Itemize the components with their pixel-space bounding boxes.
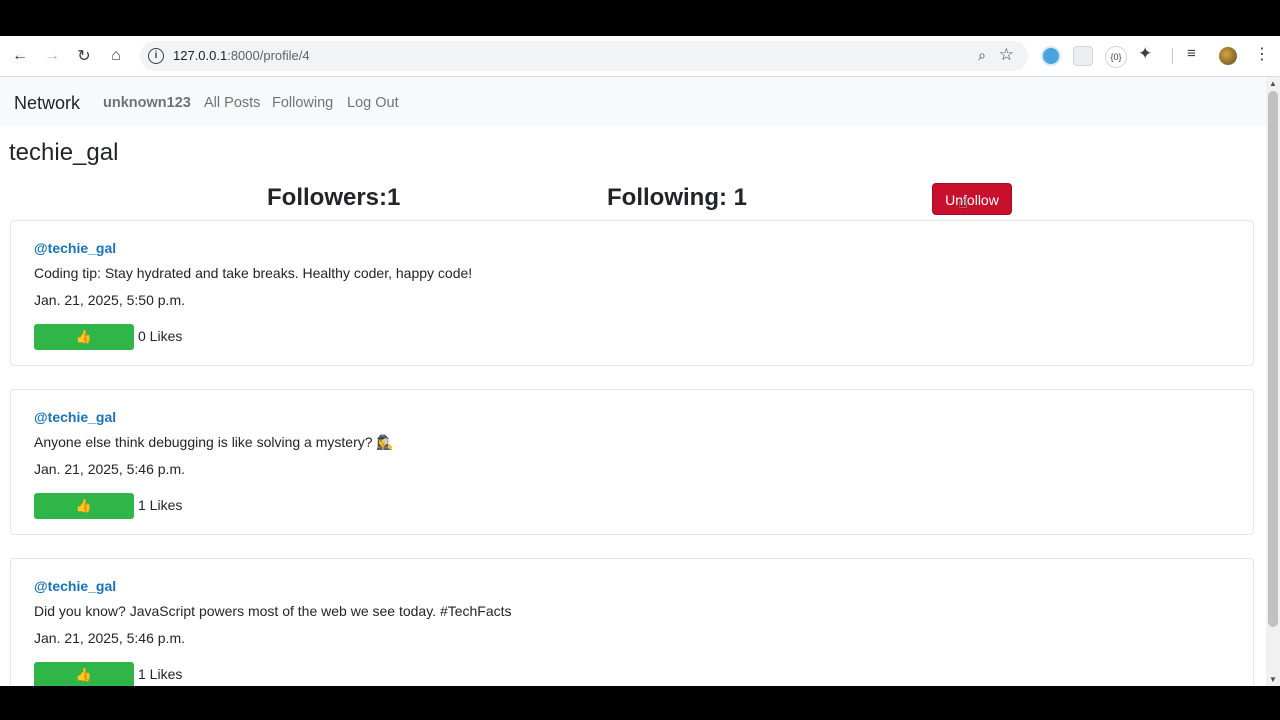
post-card: @techie_gal Did you know? JavaScript pow… — [10, 558, 1254, 686]
url-host: 127.0.0.1 — [173, 48, 228, 63]
followers-count: Followers:1 — [267, 184, 401, 211]
post-content: Coding tip: Stay hydrated and take break… — [34, 265, 473, 281]
unfollow-button[interactable]: Unfollow — [932, 183, 1012, 215]
like-button[interactable]: 👍 — [34, 324, 134, 350]
scrollbar-thumb[interactable] — [1268, 91, 1278, 627]
post-author-link[interactable]: @techie_gal — [34, 409, 116, 425]
puzzle-icon[interactable]: ✦ — [1138, 44, 1158, 64]
post-author-link[interactable]: @techie_gal — [34, 578, 116, 594]
brand-link[interactable]: Network — [14, 93, 80, 114]
post-card: @techie_gal Anyone else think debugging … — [10, 389, 1254, 535]
nav-user-link[interactable]: unknown123 — [103, 95, 191, 111]
toolbar-divider — [1172, 48, 1173, 64]
browser-toolbar: ← → ↻ ⌂ i 127.0.0.1:8000/profile/4 ⌕ ☆ {… — [0, 36, 1280, 77]
thumbs-up-icon: 👍 — [75, 329, 93, 344]
profile-title: techie_gal — [9, 139, 119, 166]
extension-icon[interactable] — [1073, 46, 1093, 66]
post-content: Did you know? JavaScript powers most of … — [34, 603, 512, 619]
home-icon[interactable]: ⌂ — [104, 44, 128, 68]
reload-icon[interactable]: ↻ — [72, 44, 96, 68]
thumbs-up-icon: 👍 — [75, 667, 93, 682]
post-date: Jan. 21, 2025, 5:50 p.m. — [34, 292, 185, 308]
url-path: :8000/profile/4 — [227, 48, 310, 63]
kebab-menu-icon[interactable]: ⋮ — [1254, 44, 1270, 64]
like-count: 0 Likes — [138, 328, 183, 344]
profile-avatar[interactable] — [1219, 47, 1237, 65]
thumbs-up-icon: 👍 — [75, 498, 93, 513]
extension-icon[interactable]: {0} — [1105, 46, 1127, 68]
page-viewport: Network unknown123 All Posts Following L… — [0, 77, 1266, 686]
scroll-up-icon[interactable]: ▲ — [1269, 79, 1277, 88]
extension-icon[interactable] — [1041, 46, 1061, 66]
back-arrow-icon[interactable]: ← — [8, 44, 32, 68]
site-info-icon[interactable]: i — [148, 48, 164, 64]
like-count: 1 Likes — [138, 497, 183, 513]
nav-all-posts-link[interactable]: All Posts — [204, 95, 260, 111]
star-icon[interactable]: ☆ — [999, 45, 1014, 65]
hand-cursor-icon: ☝ — [958, 195, 968, 212]
like-button[interactable]: 👍 — [34, 662, 134, 686]
page-scrollbar[interactable]: ▲ ▼ — [1266, 77, 1280, 686]
url-text[interactable]: 127.0.0.1:8000/profile/4 — [173, 48, 310, 63]
site-navbar: Network unknown123 All Posts Following L… — [0, 77, 1266, 127]
window-top-bar — [0, 0, 1280, 36]
window-bottom-bar — [0, 686, 1280, 720]
post-card: @techie_gal Coding tip: Stay hydrated an… — [10, 220, 1254, 366]
post-content: Anyone else think debugging is like solv… — [34, 434, 394, 450]
scroll-down-icon[interactable]: ▼ — [1269, 675, 1277, 684]
following-count: Following: 1 — [607, 184, 747, 211]
like-count: 1 Likes — [138, 666, 183, 682]
nav-following-link[interactable]: Following — [272, 95, 333, 111]
address-bar[interactable]: i 127.0.0.1:8000/profile/4 ⌕ ☆ — [140, 41, 1028, 71]
forward-arrow-icon[interactable]: → — [40, 44, 64, 68]
post-date: Jan. 21, 2025, 5:46 p.m. — [34, 461, 185, 477]
post-author-link[interactable]: @techie_gal — [34, 240, 116, 256]
nav-logout-link[interactable]: Log Out — [347, 95, 399, 111]
like-button[interactable]: 👍 — [34, 493, 134, 519]
post-date: Jan. 21, 2025, 5:46 p.m. — [34, 630, 185, 646]
media-control-icon[interactable]: ≡ — [1187, 45, 1207, 65]
zoom-icon[interactable]: ⌕ — [978, 47, 986, 64]
